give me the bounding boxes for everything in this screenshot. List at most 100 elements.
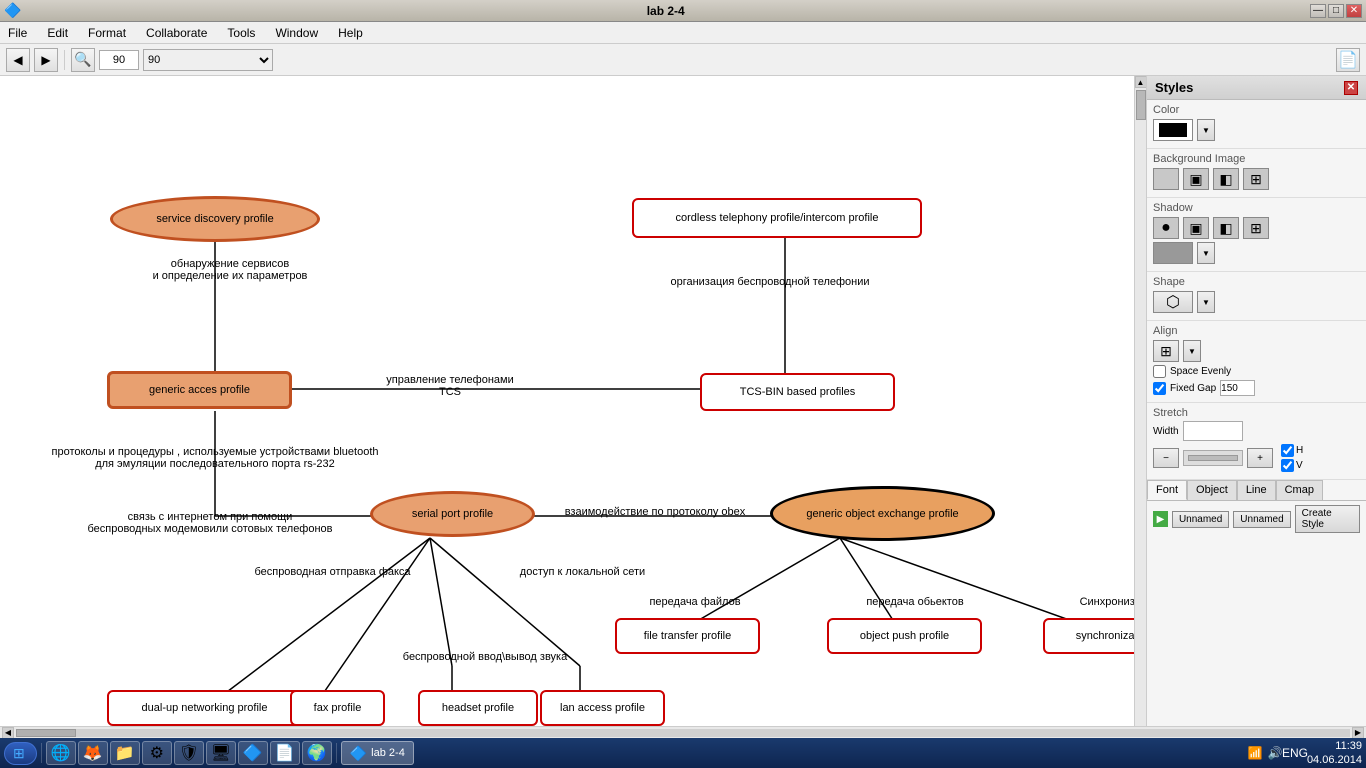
shadow-row: ● ▣ ◧ ⊞ [1153, 217, 1360, 239]
h-checkbox[interactable] [1281, 444, 1294, 457]
node-serial-port[interactable]: serial port profile [370, 491, 535, 537]
node-sync[interactable]: synchronization profile [1043, 618, 1134, 654]
align-section: Align ⊞ ▼ Space Evenly Fixed Gap [1147, 321, 1366, 403]
node-cordless-telephony[interactable]: cordless telephony profile/intercom prof… [632, 198, 922, 238]
fixed-gap-input[interactable] [1220, 380, 1255, 396]
style-play-button[interactable]: ▶ [1153, 511, 1168, 527]
taskbar-app-display[interactable]: 🖥 [206, 741, 236, 765]
tab-font[interactable]: Font [1147, 480, 1187, 500]
space-evenly-row: Space Evenly [1153, 365, 1360, 378]
v-checkbox[interactable] [1281, 459, 1294, 472]
close-button[interactable]: ✕ [1346, 4, 1362, 18]
zoom-input[interactable] [99, 50, 139, 70]
menu-collaborate[interactable]: Collaborate [142, 24, 211, 42]
stretch-controls-row: − + H V [1153, 444, 1360, 472]
menu-help[interactable]: Help [334, 24, 367, 42]
start-button[interactable]: ⊞ [4, 742, 37, 765]
horizontal-scrollbar[interactable]: ◀ ▶ [0, 726, 1366, 738]
clock-date: 04.06.2014 [1307, 753, 1362, 767]
canvas[interactable]: service discovery profile cordless telep… [0, 76, 1134, 726]
shadow-btn-3[interactable]: ◧ [1213, 217, 1239, 239]
shape-dropdown[interactable]: ▼ [1197, 291, 1215, 313]
shadow-btn-2[interactable]: ▣ [1183, 217, 1209, 239]
taskbar-app-extra[interactable]: 🌍 [302, 741, 332, 765]
tray-volume-icon[interactable]: 🔊 [1267, 745, 1283, 761]
taskbar-app-firefox[interactable]: 🦊 [78, 741, 108, 765]
unnamed-style-2[interactable]: Unnamed [1233, 511, 1290, 528]
unnamed-style-1[interactable]: Unnamed [1172, 511, 1229, 528]
shape-btn[interactable]: ⬡ [1153, 291, 1193, 313]
scroll-right-arrow[interactable]: ▶ [1352, 727, 1364, 739]
tab-object[interactable]: Object [1187, 480, 1237, 500]
node-service-discovery[interactable]: service discovery profile [110, 196, 320, 242]
scroll-thumb[interactable] [1136, 90, 1146, 120]
node-generic-acces[interactable]: generic acces profile [107, 371, 292, 409]
shadow-dropdown[interactable]: ▼ [1197, 242, 1215, 264]
minimize-button[interactable]: — [1310, 4, 1326, 18]
node-tcs-bin[interactable]: TCS-BIN based profiles [700, 373, 895, 411]
width-input[interactable] [1183, 421, 1243, 441]
taskbar-app-settings[interactable]: ⚙ [142, 741, 172, 765]
back-button[interactable]: ◀ [6, 48, 30, 72]
forward-button[interactable]: ▶ [34, 48, 58, 72]
node-file-transfer[interactable]: file transfer profile [615, 618, 760, 654]
taskbar-app-security[interactable]: 🛡 [174, 741, 204, 765]
shadow-color-swatch[interactable] [1153, 242, 1193, 264]
node-dual-up[interactable]: dual-up networking profile [107, 690, 302, 726]
taskbar-app-draw[interactable]: 🔷 [238, 741, 268, 765]
page-icon: 📄 [1336, 48, 1360, 72]
taskbar-active-window[interactable]: 🔷 lab 2-4 [341, 741, 414, 765]
clock-display[interactable]: 11:39 04.06.2014 [1307, 739, 1362, 768]
tab-cmap[interactable]: Cmap [1276, 480, 1323, 500]
node-lan-access[interactable]: lan access profile [540, 690, 665, 726]
color-dropdown-arrow[interactable]: ▼ [1197, 119, 1215, 141]
fixed-gap-checkbox[interactable] [1153, 382, 1166, 395]
hscroll-thumb[interactable] [16, 729, 76, 737]
bg-btn-2[interactable]: ▣ [1183, 168, 1209, 190]
scroll-left-arrow[interactable]: ◀ [2, 727, 14, 739]
active-app-label: lab 2-4 [371, 747, 405, 759]
stretch-plus-btn[interactable]: + [1247, 448, 1273, 468]
menu-edit[interactable]: Edit [43, 24, 72, 42]
shadow-btn-4[interactable]: ⊞ [1243, 217, 1269, 239]
color-swatch[interactable] [1153, 119, 1193, 141]
scroll-up-arrow[interactable]: ▲ [1135, 76, 1147, 88]
taskbar-divider-1 [41, 743, 42, 763]
shape-label: Shape [1153, 276, 1360, 288]
vertical-scrollbar[interactable]: ▲ [1134, 76, 1146, 726]
zoom-select[interactable]: 90 100 150 200 [143, 49, 273, 71]
taskbar-app-browser[interactable]: 🌐 [46, 741, 76, 765]
create-style-button[interactable]: Create Style [1295, 505, 1360, 533]
shadow-row2: ▼ [1153, 242, 1360, 264]
label-cordless: организация беспроводной телефонии [620, 276, 920, 288]
toolbar-separator [64, 50, 65, 70]
taskbar-app-word[interactable]: 📄 [270, 741, 300, 765]
node-fax[interactable]: fax profile [290, 690, 385, 726]
menu-window[interactable]: Window [271, 24, 322, 42]
node-object-push[interactable]: object push profile [827, 618, 982, 654]
bg-image-label: Background Image [1153, 153, 1360, 165]
tab-line[interactable]: Line [1237, 480, 1276, 500]
align-dropdown[interactable]: ▼ [1183, 340, 1201, 362]
align-icon[interactable]: ⊞ [1153, 340, 1179, 362]
taskbar-app-files[interactable]: 📁 [110, 741, 140, 765]
tray-lang-icon[interactable]: ENG [1287, 745, 1303, 761]
stretch-slider[interactable] [1183, 450, 1243, 466]
menu-tools[interactable]: Tools [223, 24, 259, 42]
node-generic-object[interactable]: generic object exchange profile [770, 486, 995, 541]
bg-image-section: Background Image ▣ ◧ ⊞ [1147, 149, 1366, 198]
shadow-btn-circle[interactable]: ● [1153, 217, 1179, 239]
bg-btn-1[interactable] [1153, 168, 1179, 190]
styles-close-button[interactable]: ✕ [1344, 81, 1358, 95]
space-evenly-checkbox[interactable] [1153, 365, 1166, 378]
bg-btn-4[interactable]: ⊞ [1243, 168, 1269, 190]
titlebar: 🔷 lab 2-4 — □ ✕ [0, 0, 1366, 22]
menu-file[interactable]: File [4, 24, 31, 42]
label-tcs: управление телефонамиTCS [350, 374, 550, 398]
stretch-minus-btn[interactable]: − [1153, 448, 1179, 468]
menu-format[interactable]: Format [84, 24, 130, 42]
bg-btn-3[interactable]: ◧ [1213, 168, 1239, 190]
maximize-button[interactable]: □ [1328, 4, 1344, 18]
node-headset[interactable]: headset profile [418, 690, 538, 726]
tray-network-icon[interactable]: 📶 [1247, 745, 1263, 761]
